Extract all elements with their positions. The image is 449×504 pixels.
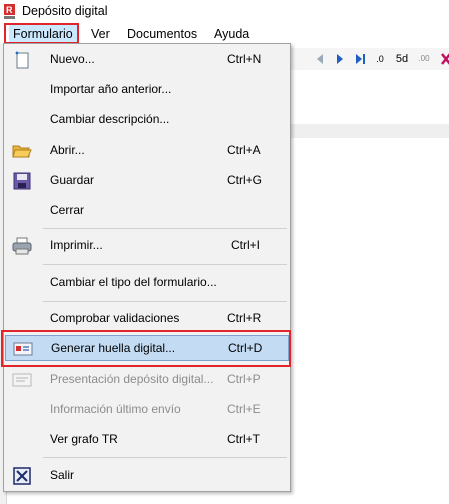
menu-item-shortcut: Ctrl+A bbox=[227, 143, 261, 157]
menu-item-label: Ver grafo TR bbox=[50, 432, 118, 446]
menu-item-label: Guardar bbox=[50, 173, 95, 187]
open-folder-icon bbox=[12, 145, 32, 158]
new-document-icon bbox=[15, 51, 29, 69]
menu-item-shortcut: Ctrl+P bbox=[227, 372, 261, 386]
save-icon bbox=[13, 172, 31, 190]
menu-item-abrir[interactable]: Abrir... Ctrl+A bbox=[5, 138, 289, 164]
decimal-two-button[interactable]: .00 bbox=[416, 51, 432, 67]
menu-item-shortcut: Ctrl+I bbox=[231, 238, 261, 252]
menu-item-nuevo[interactable]: Nuevo... Ctrl+N bbox=[5, 47, 289, 73]
submit-card-icon bbox=[12, 373, 32, 387]
menu-item-comprobar-validaciones[interactable]: Comprobar validaciones Ctrl+R bbox=[5, 306, 289, 332]
menu-item-shortcut: Ctrl+E bbox=[227, 402, 261, 416]
menu-separator bbox=[43, 457, 287, 458]
menu-item-label: Importar año anterior... bbox=[50, 82, 172, 96]
exit-icon bbox=[13, 467, 31, 485]
menu-item-label: Imprimir... bbox=[50, 238, 103, 252]
menu-item-label: Nuevo... bbox=[50, 52, 95, 66]
menu-item-cambiar-descripcion[interactable]: Cambiar descripción... bbox=[5, 107, 289, 133]
menu-separator bbox=[43, 264, 287, 265]
menu-item-label: Cambiar descripción... bbox=[50, 112, 170, 126]
annotation-highlight-item bbox=[1, 330, 291, 367]
first-page-icon[interactable] bbox=[312, 51, 328, 67]
menu-item-guardar[interactable]: Guardar Ctrl+G bbox=[5, 168, 289, 194]
menu-item-presentacion-deposito-digital: Presentación depósito digital... Ctrl+P bbox=[5, 367, 289, 393]
menu-item-importar-anio-anterior[interactable]: Importar año anterior... bbox=[5, 77, 289, 103]
background-panel bbox=[290, 124, 449, 138]
decimal-one-button[interactable]: .0 bbox=[372, 51, 388, 67]
toolbar: .0 5d .00 bbox=[290, 48, 449, 70]
next-page-icon[interactable] bbox=[332, 51, 348, 67]
last-page-icon[interactable] bbox=[352, 51, 368, 67]
printer-icon bbox=[12, 237, 32, 255]
menu-item-shortcut: Ctrl+G bbox=[227, 173, 263, 187]
window-title: Depósito digital bbox=[22, 4, 108, 18]
close-red-icon[interactable] bbox=[438, 51, 449, 67]
menu-separator bbox=[43, 228, 287, 229]
svg-text:R: R bbox=[6, 5, 13, 15]
menu-item-cerrar[interactable]: Cerrar bbox=[5, 198, 289, 224]
menu-item-imprimir[interactable]: Imprimir... Ctrl+I bbox=[5, 233, 289, 259]
menu-item-label: Presentación depósito digital... bbox=[50, 372, 214, 386]
menu-item-shortcut: Ctrl+N bbox=[227, 52, 262, 66]
menu-item-label: Cambiar el tipo del formulario... bbox=[50, 275, 217, 289]
menu-item-label: Salir bbox=[50, 468, 75, 482]
menu-item-label: Comprobar validaciones bbox=[50, 311, 180, 325]
menu-item-ver-grafo-tr[interactable]: Ver grafo TR Ctrl+T bbox=[5, 427, 289, 453]
menu-item-cambiar-tipo-formulario[interactable]: Cambiar el tipo del formulario... bbox=[5, 270, 289, 296]
menu-ayuda[interactable]: Ayuda bbox=[210, 24, 253, 44]
annotation-highlight-menu bbox=[4, 23, 79, 44]
menu-item-salir[interactable]: Salir bbox=[5, 463, 289, 489]
menu-separator bbox=[43, 301, 287, 302]
menu-item-label: Cerrar bbox=[50, 203, 85, 217]
menu-item-shortcut: Ctrl+R bbox=[227, 311, 262, 325]
app-logo-icon: R bbox=[4, 4, 15, 19]
menu-item-shortcut: Ctrl+T bbox=[227, 432, 260, 446]
menu-documentos[interactable]: Documentos bbox=[123, 24, 201, 44]
menu-item-label: Información último envío bbox=[50, 402, 181, 416]
five-decimals-button[interactable]: 5d bbox=[394, 51, 410, 67]
title-bar: R Depósito digital bbox=[0, 0, 449, 24]
menu-item-label: Abrir... bbox=[50, 143, 85, 157]
menu-ver[interactable]: Ver bbox=[87, 24, 114, 44]
formulario-dropdown-menu: Nuevo... Ctrl+N Importar año anterior...… bbox=[3, 43, 291, 492]
menu-item-informacion-ultimo-envio: Información último envío Ctrl+E bbox=[5, 397, 289, 423]
